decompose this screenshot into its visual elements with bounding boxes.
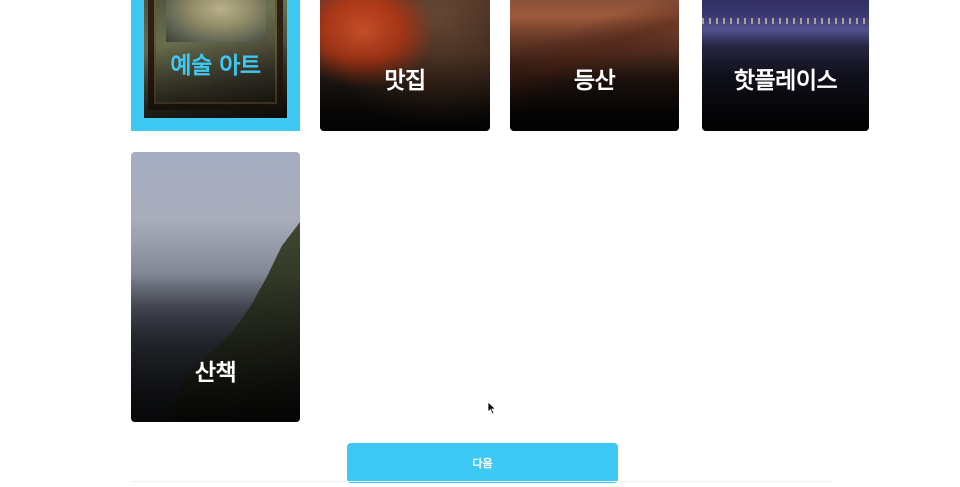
category-label-hotplace: 핫플레이스 bbox=[733, 68, 838, 94]
category-label-food: 맛집 bbox=[384, 68, 426, 94]
category-card-walk[interactable]: 산책 bbox=[131, 152, 300, 422]
category-card-hiking[interactable]: 등산 bbox=[510, 0, 679, 131]
category-label-walk: 산책 bbox=[194, 360, 237, 386]
mouse-cursor-icon bbox=[487, 401, 497, 415]
category-label-art: 예술 아트 bbox=[170, 53, 261, 79]
category-card-hotplace[interactable]: 핫플레이스 bbox=[702, 0, 869, 131]
bottom-divider bbox=[131, 481, 831, 482]
next-button[interactable]: 다음 bbox=[347, 443, 618, 483]
category-card-art[interactable]: 예술 아트 bbox=[131, 0, 300, 131]
category-card-food[interactable]: 맛집 bbox=[320, 0, 490, 131]
category-label-hiking: 등산 bbox=[573, 68, 616, 94]
